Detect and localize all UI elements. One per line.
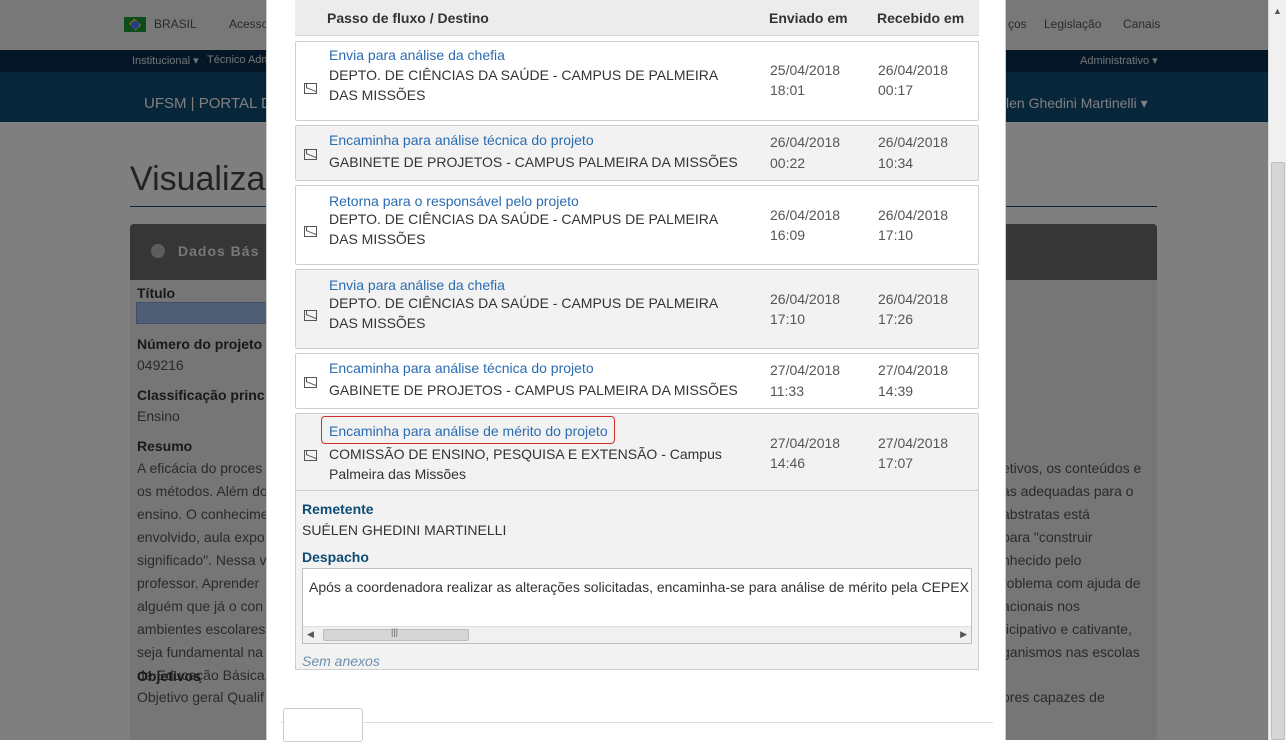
scroll-up-icon[interactable]: ▲ [1273,6,1282,16]
received-time: 10:34 [878,155,914,171]
despacho-textarea[interactable]: Após a coordenadora realizar as alteraçõ… [302,568,972,644]
scroll-right-icon[interactable]: ▶ [960,629,967,640]
sent-time: 14:46 [770,455,806,471]
table-row[interactable]: Retorna para o responsável pelo projeto … [295,185,979,265]
sent-date: 27/04/2018 [770,435,841,451]
highlight-box [321,416,615,444]
received-date: 27/04/2018 [878,435,949,451]
table-row[interactable]: Envia para análise da chefia DEPTO. DE C… [295,41,979,121]
remetente-label: Remetente [302,501,374,517]
message-icon [304,149,317,160]
received-date: 26/04/2018 [878,62,949,78]
header-received: Recebido em [877,10,965,26]
sent-date: 25/04/2018 [770,62,841,78]
table-row[interactable]: Encaminha para análise técnica do projet… [295,353,979,409]
message-icon [304,377,317,388]
remetente-value: SUÉLEN GHEDINI MARTINELLI [302,522,507,538]
destination: COMISSÃO DE ENSINO, PESQUISA E EXTENSÃO … [329,446,722,482]
sent-date: 26/04/2018 [770,291,841,307]
received-time: 14:39 [878,383,914,399]
header-sent: Enviado em [769,10,848,26]
message-icon [304,83,317,94]
sent-time: 17:10 [770,311,806,327]
destination: DEPTO. DE CIÊNCIAS DA SAÚDE - CAMPUS DE … [329,211,718,247]
sent-date: 26/04/2018 [770,207,841,223]
destination: DEPTO. DE CIÊNCIAS DA SAÚDE - CAMPUS DE … [329,67,718,103]
sent-date: 26/04/2018 [770,134,841,150]
received-time: 17:10 [878,227,914,243]
received-date: 26/04/2018 [878,291,949,307]
no-attachments: Sem anexos [302,653,380,669]
sent-time: 00:22 [770,155,806,171]
received-date: 26/04/2018 [878,134,949,150]
message-icon [304,450,317,461]
destination: GABINETE DE PROJETOS - CAMPUS PALMEIRA D… [329,382,738,398]
received-time: 17:26 [878,311,914,327]
received-time: 17:07 [878,455,914,471]
message-detail: Remetente SUÉLEN GHEDINI MARTINELLI Desp… [295,490,979,670]
received-date: 26/04/2018 [878,207,949,223]
destination: DEPTO. DE CIÊNCIAS DA SAÚDE - CAMPUS DE … [329,295,718,331]
despacho-label: Despacho [302,549,369,565]
sent-time: 11:33 [770,383,804,399]
received-time: 00:17 [878,82,914,98]
step-link[interactable]: Retorna para o responsável pelo projeto [329,193,579,209]
footer-button[interactable] [283,708,363,742]
destination: GABINETE DE PROJETOS - CAMPUS PALMEIRA D… [329,154,738,170]
table-row[interactable]: Encaminha para análise de mérito do proj… [295,413,979,491]
table-row[interactable]: Envia para análise da chefia DEPTO. DE C… [295,269,979,349]
horizontal-scrollbar[interactable]: ◀ ||| ▶ [303,626,971,643]
table-row[interactable]: Encaminha para análise técnica do projet… [295,125,979,181]
despacho-text: Após a coordenadora realizar as alteraçõ… [309,579,972,595]
table-header: Passo de fluxo / Destino Enviado em Rece… [295,0,979,36]
step-link[interactable]: Envia para análise da chefia [329,47,505,63]
grip-icon: ||| [391,627,399,637]
step-link[interactable]: Encaminha para análise técnica do projet… [329,360,594,376]
scroll-left-icon[interactable]: ◀ [307,629,314,640]
header-step: Passo de fluxo / Destino [327,10,489,26]
message-icon [304,310,317,321]
sent-time: 18:01 [770,82,806,98]
received-date: 27/04/2018 [878,362,949,378]
sent-time: 16:09 [770,227,806,243]
step-link[interactable]: Encaminha para análise técnica do projet… [329,132,594,148]
workflow-modal: Passo de fluxo / Destino Enviado em Rece… [266,0,1006,742]
sent-date: 27/04/2018 [770,362,841,378]
scrollbar-thumb[interactable] [1271,162,1285,740]
step-link[interactable]: Envia para análise da chefia [329,277,505,293]
message-icon [304,226,317,237]
page-scrollbar[interactable]: ▲ [1268,0,1286,740]
modal-footer-divider [281,722,993,723]
